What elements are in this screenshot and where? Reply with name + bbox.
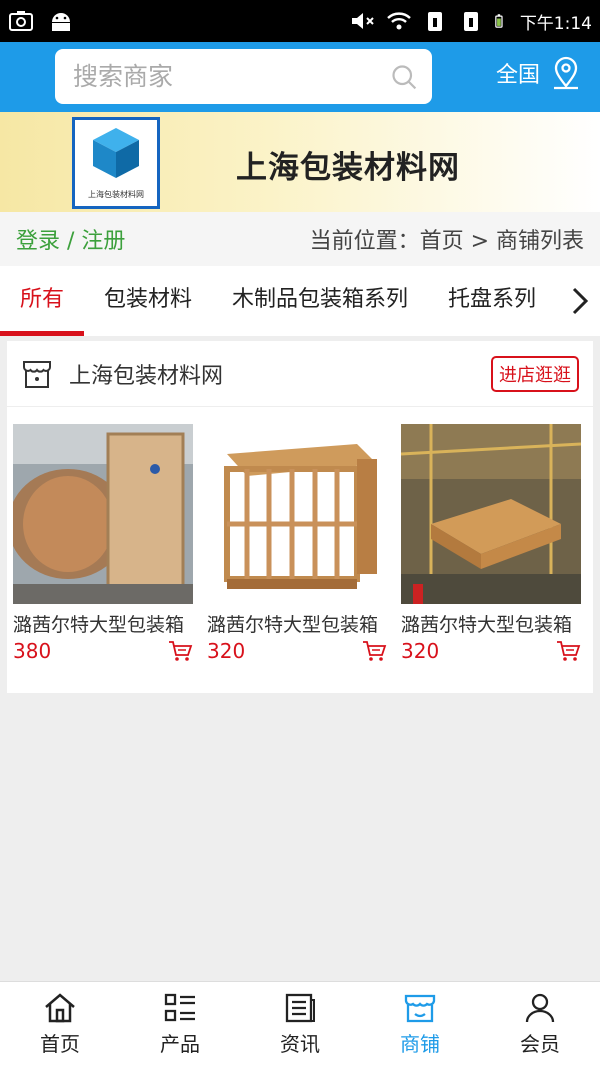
product-name: 潞茜尔特大型包装箱 xyxy=(13,614,185,636)
search-icon[interactable] xyxy=(390,61,418,93)
product-name: 潞茜尔特大型包装箱 xyxy=(207,614,379,636)
product-image[interactable] xyxy=(207,424,387,604)
breadcrumb-bar: 登录 / 注册 当前位置：首页 > 商铺列表 xyxy=(0,212,600,266)
banner-title: 上海包装材料网 xyxy=(236,150,460,186)
region-selector[interactable]: 全国 xyxy=(496,56,582,90)
cube-logo-icon xyxy=(93,128,139,178)
shop-name: 上海包装材料网 xyxy=(69,363,224,389)
location-pin-icon xyxy=(554,56,578,90)
sim1-icon xyxy=(427,12,442,31)
site-logo: 上海包装材料网 xyxy=(72,117,160,209)
logo-caption: 上海包装材料网 xyxy=(88,190,144,199)
user-icon xyxy=(525,993,555,1023)
nav-label: 资讯 xyxy=(280,1032,320,1056)
category-tabs: 所有 包装材料 木制品包装箱系列 托盘系列 xyxy=(0,266,600,336)
shop-header: 上海包装材料网 进店逛逛 xyxy=(7,341,593,407)
nav-label: 商铺 xyxy=(400,1032,440,1056)
android-icon xyxy=(52,13,70,31)
status-bar: 下午1:14 xyxy=(0,0,600,42)
shop-icon xyxy=(404,994,436,1023)
bottom-nav: 首页 产品 资讯 商铺 会员 xyxy=(0,981,600,1067)
shop-banner: 上海包装材料网 上海包装材料网 xyxy=(0,112,600,212)
enter-shop-button[interactable]: 进店逛逛 xyxy=(491,355,579,392)
product-price: 320 xyxy=(207,639,246,663)
product-card[interactable]: 潞茜尔特大型包装箱 320 xyxy=(401,424,581,663)
shop-card: 上海包装材料网 进店逛逛 潞茜尔特大型包装箱 380 潞茜尔特大型包装箱 320… xyxy=(7,341,593,693)
product-image[interactable] xyxy=(13,424,193,604)
cart-icon[interactable] xyxy=(167,639,193,663)
region-label: 全国 xyxy=(495,63,540,88)
tab-all[interactable]: 所有 xyxy=(0,266,85,336)
battery-icon xyxy=(495,14,503,28)
product-card[interactable]: 潞茜尔特大型包装箱 380 xyxy=(13,424,193,663)
nav-news[interactable]: 资讯 xyxy=(240,982,360,1067)
cart-icon[interactable] xyxy=(361,639,387,663)
storefront-icon xyxy=(23,360,51,388)
nav-member[interactable]: 会员 xyxy=(480,982,600,1067)
chevron-right-icon xyxy=(572,287,589,315)
grid-list-icon xyxy=(164,993,195,1022)
product-card[interactable]: 潞茜尔特大型包装箱 320 xyxy=(207,424,387,663)
nav-home[interactable]: 首页 xyxy=(0,982,120,1067)
search-box[interactable] xyxy=(55,49,432,104)
product-image[interactable] xyxy=(401,424,581,604)
status-time: 下午1:14 xyxy=(519,13,592,34)
nav-products[interactable]: 产品 xyxy=(120,982,240,1067)
search-input[interactable] xyxy=(73,62,390,91)
tab-packaging-materials[interactable]: 包装材料 xyxy=(84,266,212,336)
tab-wooden-boxes[interactable]: 木制品包装箱系列 xyxy=(212,266,428,336)
product-name: 潞茜尔特大型包装箱 xyxy=(401,614,573,636)
cart-icon[interactable] xyxy=(555,639,581,663)
wifi-icon xyxy=(386,12,411,30)
screenshot-icon xyxy=(9,11,33,31)
product-price: 320 xyxy=(401,639,440,663)
home-icon xyxy=(45,993,75,1023)
nav-label: 首页 xyxy=(40,1032,80,1056)
login-register-link[interactable]: 登录 / 注册 xyxy=(16,223,125,255)
sim2-icon xyxy=(463,12,478,31)
news-icon xyxy=(285,993,315,1023)
search-header: 全国 xyxy=(0,42,600,112)
nav-label: 会员 xyxy=(520,1032,560,1056)
product-price: 380 xyxy=(13,639,52,663)
tab-pallets[interactable]: 托盘系列 xyxy=(428,266,556,336)
nav-shops[interactable]: 商铺 xyxy=(360,982,480,1067)
mute-icon xyxy=(351,13,374,29)
tabs-scroll-right[interactable] xyxy=(560,266,600,336)
product-list: 潞茜尔特大型包装箱 380 潞茜尔特大型包装箱 320 潞茜尔特大型包装箱 32… xyxy=(7,407,593,663)
breadcrumb: 当前位置：首页 > 商铺列表 xyxy=(309,229,584,254)
nav-label: 产品 xyxy=(160,1032,200,1056)
